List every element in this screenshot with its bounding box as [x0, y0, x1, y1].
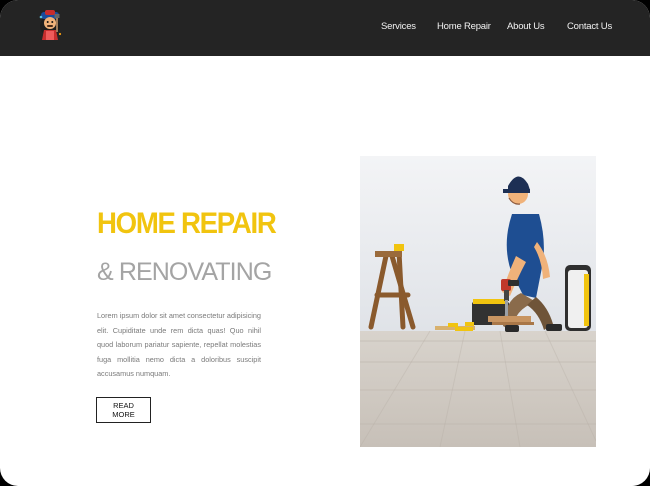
nav-services-link[interactable]: Services — [381, 21, 416, 32]
read-more-button[interactable]: READ MORE — [96, 397, 151, 423]
nav-home-repair-link[interactable]: Home Repair — [437, 21, 491, 32]
top-navbar: Services Home Repair About Us Contact Us — [0, 0, 650, 56]
worker-drilling-floor-photo — [360, 156, 596, 447]
nav-about-us-link[interactable]: About Us — [507, 21, 545, 32]
hero-title: HOME REPAIR — [97, 207, 277, 240]
main-navigation: Services Home Repair About Us Contact Us — [0, 21, 650, 37]
hero-subtitle: & RENOVATING — [97, 258, 272, 286]
hero-description: Lorem ipsum dolor sit amet consectetur a… — [97, 311, 261, 379]
browser-window: Services Home Repair About Us Contact Us… — [0, 0, 650, 486]
nav-contact-us-link[interactable]: Contact Us — [567, 21, 612, 32]
